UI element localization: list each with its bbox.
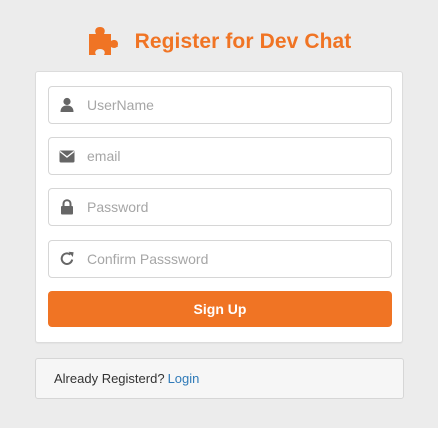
email-input[interactable] (87, 148, 377, 164)
email-field-container (48, 137, 392, 175)
password-field-container (48, 188, 392, 226)
username-field-container (48, 86, 392, 124)
page-title: Register for Dev Chat (134, 30, 352, 53)
user-icon (49, 97, 85, 113)
login-link[interactable]: Login (168, 371, 200, 386)
envelope-icon (49, 150, 85, 163)
puzzle-icon (87, 25, 125, 59)
username-input[interactable] (87, 97, 377, 113)
login-prompt: Already Registerd? Login (35, 358, 404, 399)
confirm-password-field-container (48, 240, 392, 278)
sign-up-button[interactable]: Sign Up (48, 291, 392, 327)
confirm-password-input[interactable] (87, 251, 377, 267)
page-header: Register for Dev Chat (0, 22, 438, 62)
register-form: Sign Up (35, 71, 403, 343)
login-prompt-text: Already Registerd? (54, 371, 165, 386)
password-input[interactable] (87, 199, 377, 215)
refresh-icon (49, 251, 85, 267)
lock-icon (49, 199, 85, 215)
